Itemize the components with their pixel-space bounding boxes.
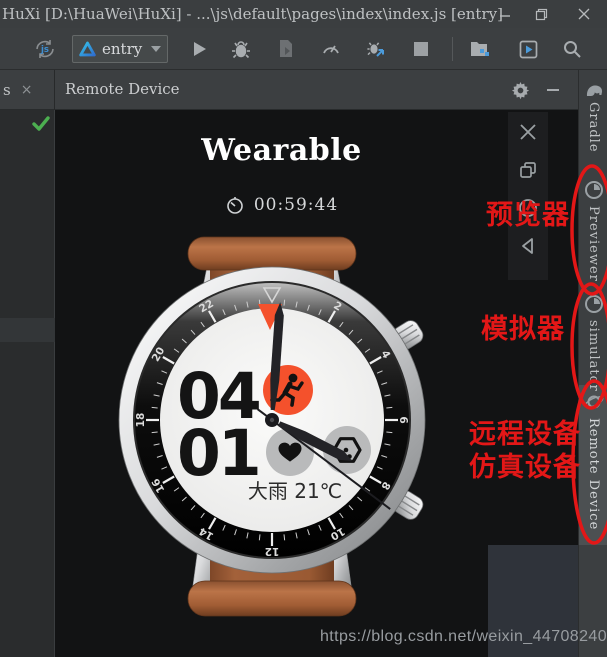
session-timer-value: 00:59:44	[253, 195, 339, 215]
success-check-icon	[32, 116, 50, 136]
device-type-title: Wearable	[201, 133, 362, 168]
remote-device-view: Wearable 00:59:44 2 4 6 8 10 12 14 16 18…	[55, 110, 578, 657]
right-toolwindow-bar: Gradle Previewer simulator Remote Device	[578, 70, 607, 657]
profiler-button[interactable]	[317, 35, 345, 63]
left-panel	[0, 110, 55, 657]
attach-debugger-button[interactable]	[362, 35, 390, 63]
watermark-url: https://blog.csdn.net/weixin_44708240	[320, 628, 607, 645]
simulator-icon	[585, 295, 603, 313]
remote-device-icon	[584, 395, 604, 409]
title-bar: HuXi [D:\HuaWei\HuXi] - ...\js\default\p…	[0, 0, 607, 28]
debug-button[interactable]	[227, 35, 255, 63]
search-everywhere-icon[interactable]	[558, 35, 586, 63]
tab-label: s	[3, 81, 11, 99]
close-window-icon[interactable]	[567, 0, 601, 28]
panel-header-row: s × Remote Device	[0, 70, 607, 110]
emulator-manager-button[interactable]	[514, 35, 542, 63]
app-window: { "window": { "title": "HuXi [D:\\HuaWei…	[0, 0, 607, 657]
emulator-control-strip	[508, 112, 548, 280]
panel-title: Remote Device	[65, 80, 180, 98]
harmony-module-icon	[79, 41, 96, 57]
editor-tab-partial[interactable]: s ×	[0, 70, 55, 110]
chevron-down-icon	[151, 46, 161, 52]
session-timer: 00:59:44	[55, 195, 508, 215]
gradle-elephant-icon	[586, 85, 603, 96]
svg-text:js: js	[40, 45, 49, 55]
previewer-icon	[585, 181, 603, 199]
stopwatch-icon	[227, 197, 243, 214]
svg-text:18: 18	[135, 413, 147, 428]
emulator-back-icon[interactable]	[516, 234, 540, 258]
minimize-window-icon[interactable]	[488, 0, 522, 28]
run-configuration-select[interactable]: entry	[72, 35, 168, 63]
sidebar-item-gradle[interactable]: Gradle	[586, 102, 601, 153]
device-manager-button[interactable]	[466, 35, 494, 63]
run-configuration-value: entry	[102, 40, 143, 58]
sidebar-item-remote-device[interactable]: Remote Device	[586, 418, 601, 530]
sync-js-icon[interactable]: js	[31, 35, 59, 63]
coverage-button[interactable]	[272, 35, 300, 63]
sidebar-item-previewer[interactable]: Previewer	[586, 206, 601, 282]
watch-weather-text: 大雨 21℃	[248, 479, 342, 503]
tab-close-icon[interactable]: ×	[21, 82, 33, 98]
hide-panel-icon[interactable]	[541, 78, 565, 102]
svg-text:6: 6	[397, 416, 409, 423]
main-toolbar: js entry	[0, 28, 607, 70]
sidebar-item-simulator[interactable]: simulator	[586, 320, 601, 392]
maximize-window-icon[interactable]	[524, 0, 558, 28]
emulator-home-icon[interactable]	[516, 196, 540, 220]
emulator-restore-icon[interactable]	[516, 158, 540, 182]
wearable-watch-preview[interactable]: 246810121416182022 04 01 大雨 21℃	[92, 230, 452, 630]
svg-text:12: 12	[265, 545, 280, 557]
stop-button[interactable]	[407, 35, 435, 63]
window-title: HuXi [D:\HuaWei\HuXi] - ...\js\default\p…	[2, 5, 503, 23]
watch-hands-pivot-dot	[269, 417, 275, 423]
watch-minute-digits: 01	[177, 417, 259, 490]
run-button[interactable]	[185, 35, 213, 63]
emulator-close-icon[interactable]	[516, 120, 540, 144]
left-panel-row[interactable]	[0, 318, 55, 342]
gear-icon[interactable]	[508, 78, 532, 102]
toolbar-divider	[452, 37, 453, 61]
